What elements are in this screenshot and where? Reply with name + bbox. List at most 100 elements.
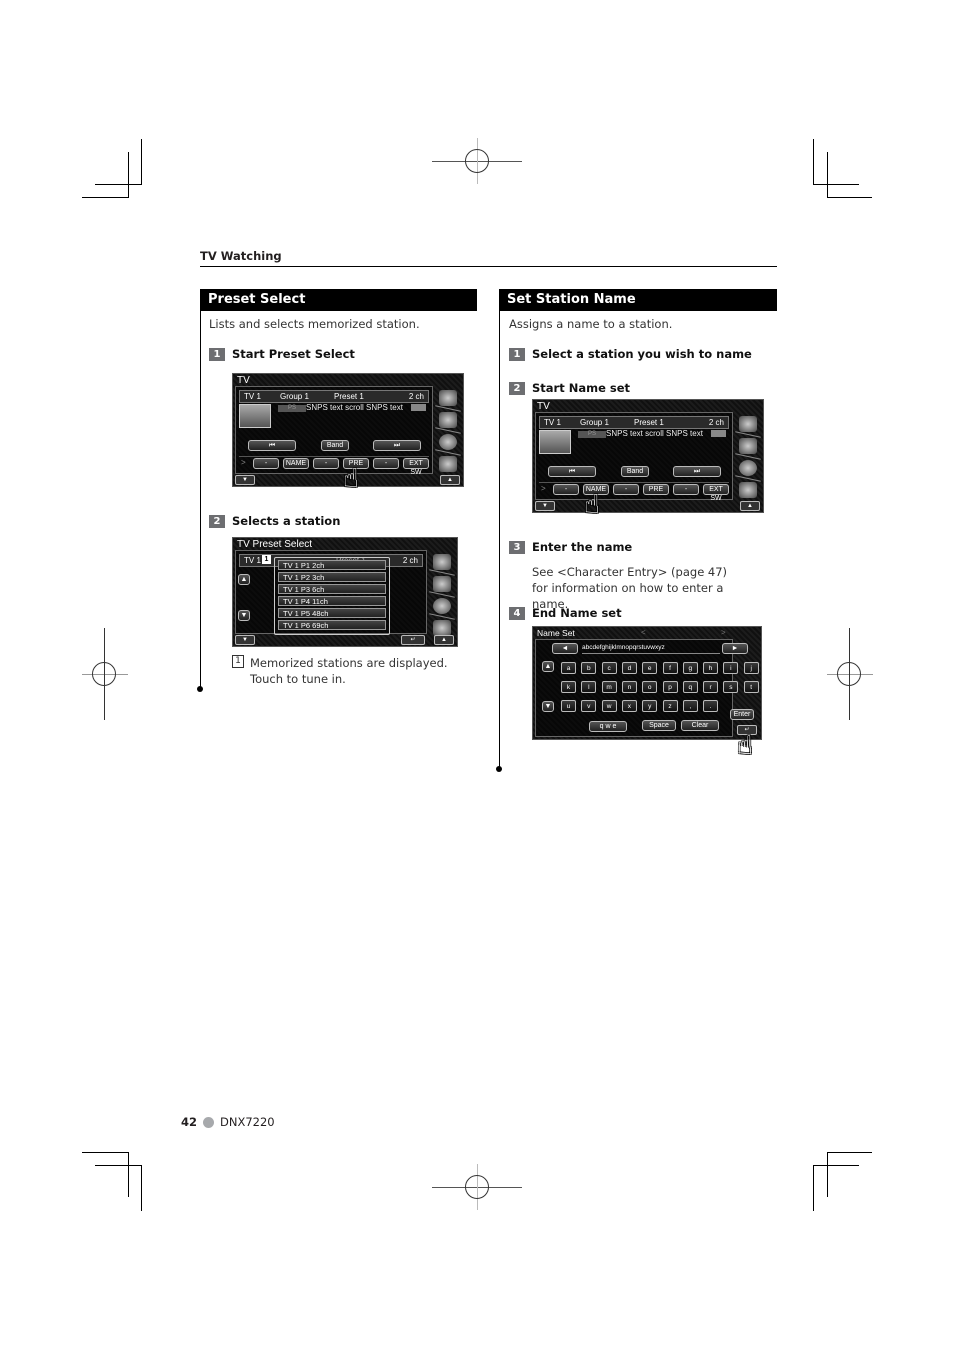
screen-title: TV xyxy=(537,401,550,412)
up-button[interactable]: ▲ xyxy=(434,635,454,645)
up-button[interactable]: ▲ xyxy=(740,501,760,511)
function-button[interactable]: - xyxy=(673,484,699,495)
settings-tools-icon[interactable] xyxy=(433,620,451,636)
preset-item[interactable]: TV 1 P1 2ch xyxy=(278,560,386,570)
speaker-icon[interactable] xyxy=(439,434,457,450)
preset-item[interactable]: TV 1 P2 3ch xyxy=(278,572,386,582)
name-entry-field[interactable]: abcdefghijklmnopqrstuvwxyz xyxy=(582,643,720,654)
key-b[interactable]: b xyxy=(581,662,597,674)
up-button[interactable]: ▲ xyxy=(440,475,460,485)
key-l[interactable]: l xyxy=(581,681,597,693)
step-2-left: 2 Selects a station xyxy=(209,514,340,528)
key-z[interactable]: z xyxy=(662,700,678,712)
scroll-up-button[interactable]: ▲ xyxy=(542,661,554,672)
seek-forward-button[interactable]: ⏭ xyxy=(373,440,421,451)
group-label: Group 1 xyxy=(580,418,609,427)
return-button[interactable]: ↵ xyxy=(401,635,425,645)
ps-indicator: PS xyxy=(578,431,606,438)
speaker-icon[interactable] xyxy=(739,460,757,476)
music-icon[interactable] xyxy=(433,576,451,592)
down-button[interactable]: ▼ xyxy=(535,501,555,511)
function-button[interactable]: - xyxy=(613,484,639,495)
grid-menu-icon[interactable] xyxy=(739,416,757,432)
band-button[interactable]: Band xyxy=(621,466,649,477)
ext-sw-button[interactable]: EXT SW xyxy=(403,458,429,476)
key-j[interactable]: j xyxy=(743,662,759,674)
grid-menu-icon[interactable] xyxy=(439,390,457,406)
down-button[interactable]: ▼ xyxy=(235,475,255,485)
enter-button[interactable]: Enter xyxy=(730,709,754,720)
side-menu xyxy=(735,412,761,500)
key-i[interactable]: i xyxy=(723,662,739,674)
down-button[interactable]: ▼ xyxy=(235,635,255,645)
key-a[interactable]: a xyxy=(561,662,576,674)
scroll-down-button[interactable]: ▼ xyxy=(238,610,250,621)
key-u[interactable]: u xyxy=(561,700,576,712)
seek-back-button[interactable]: ⏮ xyxy=(248,440,296,451)
qwe-layout-button[interactable]: q w e xyxy=(589,721,627,732)
key-d[interactable]: d xyxy=(621,662,637,674)
space-button[interactable]: Space xyxy=(642,720,676,731)
preset-item[interactable]: TV 1 P5 48ch xyxy=(278,608,386,618)
key-s[interactable]: s xyxy=(723,681,739,693)
crop-mark xyxy=(141,1165,142,1211)
key-k[interactable]: k xyxy=(561,681,576,693)
key-q[interactable]: q xyxy=(682,681,698,693)
name-set-screen: Name Set < > ◄ abcdefghijklmnopqrstuvwxy… xyxy=(532,626,762,740)
radio-text: SNPS text scroll SNPS text xyxy=(606,429,703,438)
key-t[interactable]: t xyxy=(743,681,759,693)
preset-label: Preset 1 xyxy=(634,418,664,427)
ext-sw-button[interactable]: EXT SW xyxy=(703,484,729,502)
music-icon[interactable] xyxy=(739,438,757,454)
menu-arrow[interactable]: > xyxy=(541,484,546,493)
key-e[interactable]: e xyxy=(642,662,658,674)
key-f[interactable]: f xyxy=(662,662,678,674)
preset-item[interactable]: TV 1 P6 69ch xyxy=(278,620,386,630)
grid-menu-icon[interactable] xyxy=(433,554,451,570)
speaker-icon[interactable] xyxy=(433,598,451,614)
settings-tools-icon[interactable] xyxy=(739,482,757,498)
key-n[interactable]: n xyxy=(621,681,637,693)
key-period[interactable]: . xyxy=(703,700,719,712)
key-v[interactable]: v xyxy=(581,700,597,712)
bullet-icon xyxy=(203,1116,215,1128)
channel-label: 2 ch xyxy=(408,392,424,401)
key-p[interactable]: p xyxy=(662,681,678,693)
video-thumbnail[interactable] xyxy=(239,404,271,428)
video-thumbnail[interactable] xyxy=(539,430,571,454)
seek-back-button[interactable]: ⏮ xyxy=(548,466,596,477)
preset-item[interactable]: TV 1 P4 11ch xyxy=(278,596,386,606)
function-button[interactable]: - xyxy=(253,458,279,469)
function-button[interactable]: - xyxy=(373,458,399,469)
menu-arrow[interactable]: > xyxy=(241,458,246,467)
key-m[interactable]: m xyxy=(601,681,617,693)
key-comma[interactable]: , xyxy=(682,700,698,712)
step-1-left: 1 Start Preset Select xyxy=(209,347,355,361)
scroll-down-button[interactable]: ▼ xyxy=(542,701,554,712)
function-button[interactable]: - xyxy=(313,458,339,469)
band-button[interactable]: Band xyxy=(321,440,349,451)
name-button[interactable]: NAME xyxy=(283,458,309,469)
settings-tools-icon[interactable] xyxy=(439,456,457,472)
key-y[interactable]: y xyxy=(642,700,658,712)
seek-forward-button[interactable]: ⏭ xyxy=(673,466,721,477)
cursor-right-button[interactable]: ► xyxy=(722,643,748,654)
preset-item[interactable]: TV 1 P3 6ch xyxy=(278,584,386,594)
key-c[interactable]: c xyxy=(601,662,617,674)
prev-tab-button[interactable]: < xyxy=(641,628,646,637)
key-h[interactable]: h xyxy=(703,662,719,674)
key-x[interactable]: x xyxy=(621,700,637,712)
music-icon[interactable] xyxy=(439,412,457,428)
key-o[interactable]: o xyxy=(642,681,658,693)
tv-main-panel: TV 1 Group 1 Preset 1 2 ch PS SNPS text … xyxy=(535,412,733,502)
clear-button[interactable]: Clear xyxy=(681,720,719,731)
key-g[interactable]: g xyxy=(682,662,698,674)
cursor-left-button[interactable]: ◄ xyxy=(552,643,578,654)
crop-mark xyxy=(827,197,872,198)
next-tab-button[interactable]: > xyxy=(721,628,726,637)
pre-button[interactable]: PRE xyxy=(643,484,669,495)
function-button[interactable]: - xyxy=(553,484,579,495)
key-w[interactable]: w xyxy=(601,700,617,712)
scroll-up-button[interactable]: ▲ xyxy=(238,574,250,585)
key-r[interactable]: r xyxy=(703,681,719,693)
